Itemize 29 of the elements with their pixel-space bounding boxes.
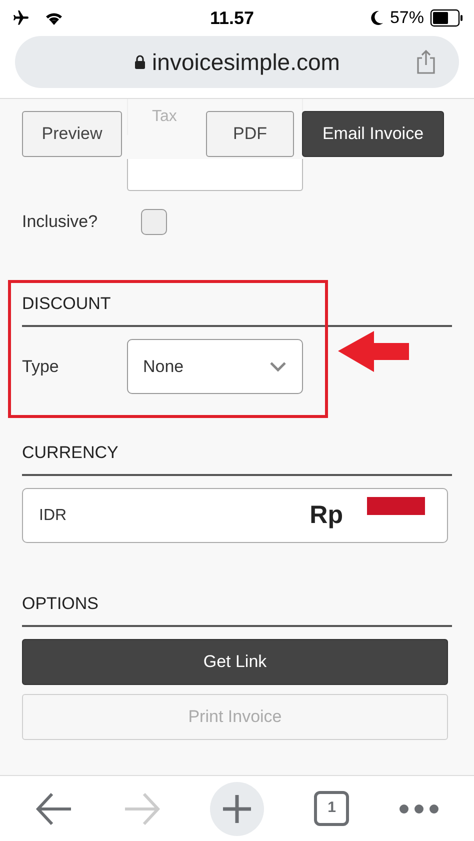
section-heading: DISCOUNT <box>22 294 111 313</box>
field-label: Inclusive? <box>22 211 99 234</box>
currency-symbol: Rp <box>310 500 343 531</box>
battery-icon <box>430 9 464 27</box>
battery-percent: 57% <box>390 7 424 30</box>
lock-icon <box>134 55 146 69</box>
secondary-button[interactable]: PDF <box>206 111 294 157</box>
secondary-button[interactable]: Preview <box>22 111 122 157</box>
flag-icon <box>367 497 425 515</box>
tab-count[interactable]: 1 <box>314 791 350 826</box>
arrow-icon <box>338 331 409 372</box>
currency-field[interactable]: IDR Rp <box>22 488 448 543</box>
primary-button[interactable]: Get Link <box>22 639 448 685</box>
type-dropdown[interactable]: None <box>127 339 303 394</box>
primary-button[interactable]: Email Invoice <box>302 111 444 157</box>
more-icon[interactable] <box>399 804 440 814</box>
section-heading: OPTIONS <box>22 594 99 613</box>
share-icon[interactable] <box>415 49 437 75</box>
plus-icon <box>221 792 254 824</box>
clock-time: 11.57 <box>210 6 254 30</box>
url-text: invoicesimple.com <box>152 48 340 77</box>
moon-icon <box>370 10 384 26</box>
field-label: Type <box>22 356 60 378</box>
checkbox[interactable] <box>141 209 167 235</box>
back-arrow-icon[interactable] <box>34 792 73 826</box>
currency-code: IDR <box>39 506 67 526</box>
address-bar[interactable]: invoicesimple.com <box>15 36 459 88</box>
chevron-down-icon <box>269 361 287 372</box>
section-heading: CURRENCY <box>22 443 118 462</box>
